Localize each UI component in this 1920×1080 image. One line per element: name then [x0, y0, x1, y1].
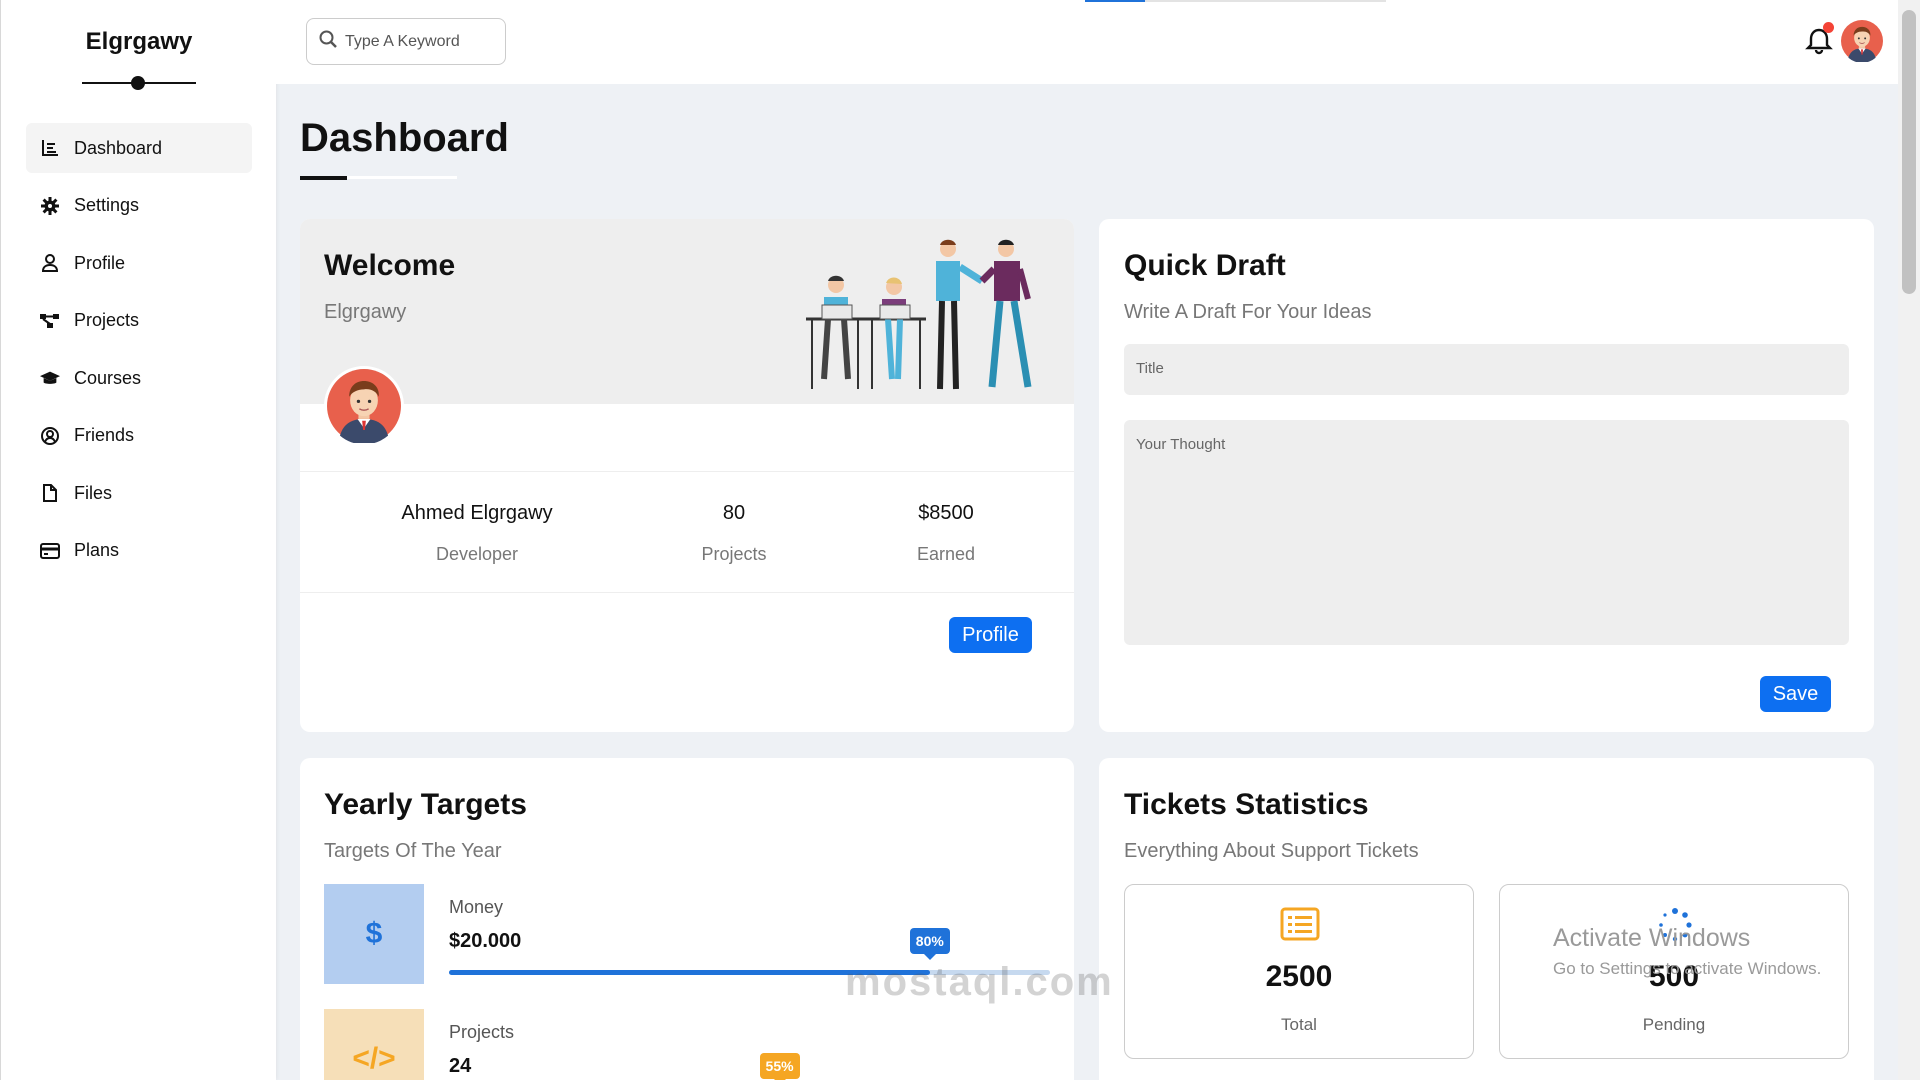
welcome-banner: Welcome Elgrgawy	[300, 219, 1074, 404]
watermark-title: Activate Windows	[1553, 924, 1751, 952]
sidebar-item-friends[interactable]: Friends	[26, 411, 252, 461]
page-scrollbar[interactable]	[1898, 0, 1920, 1080]
target-value: 24	[449, 1055, 472, 1077]
target-name: Projects	[449, 1022, 515, 1042]
profile-button[interactable]: Profile	[949, 617, 1032, 653]
scrollbar-thumb[interactable]	[1902, 10, 1916, 294]
tickets-subtitle: Everything About Support Tickets	[1124, 840, 1419, 862]
code-icon: </>	[324, 1009, 424, 1080]
search-input[interactable]	[345, 32, 495, 51]
target-percent-badge: 80%	[909, 928, 950, 960]
welcome-stats: Ahmed Elgrgawy Developer 80 Projects $85…	[300, 471, 1074, 593]
stat-label: Projects	[701, 544, 767, 564]
stat-label: Developer	[435, 544, 519, 564]
sidebar-item-label: Profile	[74, 252, 126, 273]
diagram-icon	[40, 311, 60, 331]
search-icon	[319, 30, 337, 53]
target-name: Money	[449, 897, 504, 917]
draft-title: Quick Draft	[1124, 249, 1286, 282]
stat-name: Ahmed Elgrgawy Developer	[357, 472, 597, 565]
targets-subtitle: Targets Of The Year	[324, 840, 502, 862]
ticket-count: 2500	[1265, 960, 1333, 993]
user-circle-icon	[40, 426, 60, 446]
sidebar-item-label: Dashboard	[74, 137, 163, 158]
chart-icon	[40, 138, 60, 158]
targets-title: Yearly Targets	[324, 788, 527, 821]
draft-title-input[interactable]: Title	[1124, 344, 1849, 395]
stat-earned: $8500 Earned	[826, 472, 1066, 565]
search-box[interactable]	[306, 18, 506, 65]
sidebar-item-label: Courses	[74, 367, 142, 388]
team-illustration	[798, 239, 1058, 399]
sidebar-item-files[interactable]: Files	[26, 468, 252, 518]
brand-divider-dot	[131, 76, 145, 90]
stat-projects: 80 Projects	[614, 472, 854, 565]
sidebar-item-label: Friends	[74, 425, 135, 445]
sidebar-item-label: Plans	[74, 540, 120, 560]
yearly-targets-card: Yearly Targets Targets Of The Year $ Mon…	[300, 758, 1074, 1080]
save-button[interactable]: Save	[1760, 676, 1831, 712]
gear-icon	[40, 196, 60, 216]
sidebar-item-label: Projects	[74, 310, 140, 330]
ticket-box-total: 2500 Total	[1124, 884, 1474, 1059]
graduation-cap-icon	[40, 368, 60, 388]
target-percent-badge: 55%	[759, 1053, 800, 1080]
sidebar-item-plans[interactable]: Plans	[26, 526, 252, 576]
file-icon	[40, 483, 60, 503]
ticket-label: Pending	[1642, 1015, 1706, 1034]
stat-value: 80	[722, 502, 746, 524]
target-value: $20.000	[449, 930, 522, 952]
welcome-title: Welcome	[324, 249, 456, 282]
sidebar-item-profile[interactable]: Profile	[26, 238, 252, 288]
list-icon	[1280, 907, 1320, 943]
top-header	[276, 0, 1898, 84]
draft-thought-textarea[interactable]: Your Thought	[1124, 420, 1849, 645]
title-underline-active	[300, 176, 347, 180]
credit-card-icon	[40, 541, 60, 561]
sidebar-item-label: Files	[74, 482, 113, 503]
brand-title: Elgrgawy	[85, 28, 193, 55]
welcome-card: Welcome Elgrgawy Ahmed Elgrgawy Develope…	[300, 219, 1074, 732]
avatar	[324, 366, 404, 446]
quick-draft-card: Quick Draft Write A Draft For Your Ideas…	[1099, 219, 1874, 732]
sidebar-nav: Dashboard Settings Profile Projects Cour…	[26, 123, 252, 583]
stat-label: Earned	[916, 544, 976, 564]
sidebar-item-settings[interactable]: Settings	[26, 181, 252, 231]
page-title: Dashboard	[300, 116, 509, 160]
tickets-title: Tickets Statistics	[1124, 788, 1369, 821]
welcome-username: Elgrgawy	[324, 301, 407, 323]
stat-value: Ahmed Elgrgawy	[401, 502, 553, 524]
stat-value: $8500	[918, 502, 974, 524]
ticket-label: Total	[1281, 1015, 1317, 1034]
dollar-icon: $	[324, 884, 424, 984]
sidebar-item-courses[interactable]: Courses	[26, 353, 252, 403]
sidebar-item-label: Settings	[74, 195, 140, 215]
draft-subtitle: Write A Draft For Your Ideas	[1124, 301, 1372, 323]
user-icon	[40, 253, 60, 273]
tickets-statistics-card: Tickets Statistics Everything About Supp…	[1099, 758, 1874, 1080]
watermark-subtitle: Go to Settings to activate Windows.	[1553, 959, 1822, 978]
windows-activation-watermark: Activate Windows Go to Settings to activ…	[1553, 924, 1821, 979]
sidebar: Elgrgawy Dashboard Settings Profile Proj…	[0, 0, 276, 1080]
top-progress-active	[1085, 0, 1145, 2]
avatar[interactable]	[1841, 20, 1883, 63]
sidebar-item-dashboard[interactable]: Dashboard	[26, 123, 252, 173]
site-watermark: mostaql.com	[845, 960, 1114, 1004]
sidebar-item-projects[interactable]: Projects	[26, 296, 252, 346]
notification-dot	[1823, 22, 1834, 33]
